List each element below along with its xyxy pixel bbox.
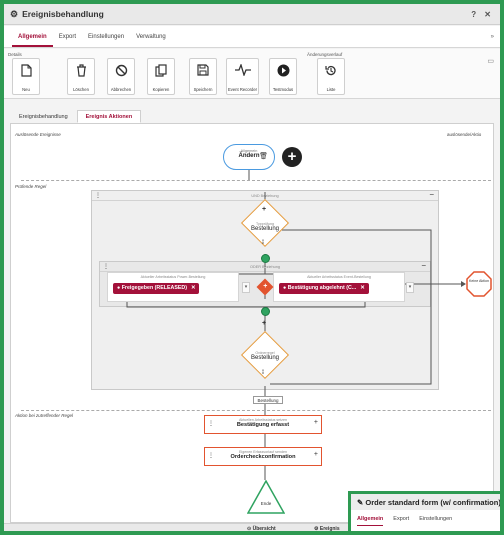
history-list-button[interactable]: Liste	[317, 58, 345, 95]
trigger-event-node[interactable]: Allgemein Ändern 🗑	[223, 144, 275, 170]
end-node[interactable]: Ende	[246, 479, 286, 519]
play-icon	[277, 64, 290, 81]
popup-title: Order standard form (w/ confirmation)	[365, 498, 501, 507]
tab-einstellungen[interactable]: Einstellungen	[82, 26, 130, 47]
flow-canvas: ⋮ UND Beziehung − ⋮ ODER Beziehung − Aus…	[10, 123, 494, 523]
info-icon: ●	[117, 285, 121, 291]
section-divider	[21, 410, 491, 411]
trash-icon[interactable]: 🗑	[259, 152, 268, 160]
connector-dot	[261, 307, 270, 316]
criterion-value-pill: ● Bestätigung abgelehnt (C... ✕	[279, 283, 369, 294]
tab-verwaltung[interactable]: Verwaltung	[130, 26, 172, 47]
no-action-stop-node[interactable]: Keine Aktion	[466, 271, 492, 297]
add-icon: +	[313, 451, 318, 458]
drag-handle-icon[interactable]: ⁞	[262, 370, 264, 376]
new-document-icon	[20, 64, 32, 81]
add-icon: +	[313, 419, 318, 426]
drag-handle-icon: ⋮	[208, 453, 214, 459]
cancel-button[interactable]: Abbrechen	[107, 58, 135, 95]
event-handling-window: ⚙ Ereignisbehandlung ? ✕ Allgemein Expor…	[0, 0, 504, 535]
add-icon[interactable]: +	[262, 320, 266, 327]
popup-tab-allgemein[interactable]: Allgemein	[357, 516, 384, 526]
order-form-window[interactable]: ✎ Order standard form (w/ confirmation) A…	[348, 491, 501, 531]
actions-section-label: Aktion bei zutreffender Regel	[15, 413, 74, 418]
decision-type-check-label: Typprüfung Bestellung	[250, 222, 280, 232]
cancel-icon	[115, 64, 128, 81]
window-title: Ereignisbehandlung	[22, 9, 104, 19]
trigger-right-label: auslösende/Aktio	[447, 132, 482, 137]
tab-allgemein[interactable]: Allgemein	[12, 26, 53, 47]
save-icon	[197, 64, 209, 81]
delete-button[interactable]: Löschen	[67, 58, 95, 95]
sub-tabs: Ereignisbehandlung Ereignis Aktionen	[10, 110, 494, 123]
dropdown-button[interactable]: ▾	[406, 282, 414, 293]
pulse-icon	[234, 63, 251, 81]
ribbon-group-details-label: Details	[8, 52, 22, 57]
action-set-status[interactable]: ⋮ Aktuellen Arbeitsstatus setzen Bestätigu…	[204, 415, 322, 434]
save-button[interactable]: Speichern	[189, 58, 217, 95]
subtab-event-actions[interactable]: Ereignis Aktionen	[76, 110, 142, 123]
section-divider	[21, 180, 491, 181]
drag-handle-icon: ⋮	[208, 421, 214, 427]
event-button[interactable]: ⚙ Ereignis	[314, 526, 340, 532]
order-tag: Bestellung	[253, 396, 283, 404]
action-send-confirmation[interactable]: ⋮ Eigenen Erfassvorlauf senden Ordercheckc…	[204, 447, 322, 466]
remove-icon: ✕	[360, 285, 365, 291]
event-recorder-button[interactable]: Event Recorder	[226, 58, 259, 95]
add-trigger-button[interactable]: +	[282, 147, 302, 167]
trigger-section-label: Auslösende Ereignisse	[15, 132, 61, 137]
tabs-overflow-button[interactable]: »	[491, 26, 494, 47]
criterion-card-left[interactable]: Aktueller Arbeitsstatus Power-Bestellung…	[107, 272, 239, 302]
gear-icon: ⚙	[314, 526, 319, 532]
gear-icon: ⚙	[10, 8, 19, 19]
drag-handle-icon[interactable]: ⁞	[262, 240, 264, 246]
copy-icon	[155, 64, 167, 81]
add-icon[interactable]: +	[262, 206, 266, 213]
remove-icon: ✕	[191, 285, 196, 291]
overview-button[interactable]: ⊙ Übersicht	[247, 526, 276, 532]
popup-tab-einstellungen[interactable]: Einstellungen	[419, 516, 452, 526]
ribbon-pin-icon[interactable]: ▭	[487, 57, 494, 65]
new-button[interactable]: Neu	[12, 58, 40, 95]
window-controls[interactable]: ? ✕	[471, 10, 494, 19]
criterion-value-pill: ● Freigegeben (RELEASED) ✕	[113, 283, 200, 294]
criterion-card-right[interactable]: Aktueller Arbeitsstatus Event-Bestellung…	[273, 272, 405, 302]
info-icon: ●	[283, 285, 287, 291]
connector-dot	[261, 254, 270, 263]
decision-folder-rule-label: Ordnerregel Bestellung	[250, 351, 280, 361]
copy-button[interactable]: Kopieren	[147, 58, 175, 95]
rule-section-label: Prüfende Regel	[15, 184, 47, 189]
tab-export[interactable]: Export	[53, 26, 82, 47]
trash-icon	[76, 64, 87, 81]
ribbon-group-history-label: Änderungsverlauf	[307, 52, 343, 57]
pen-icon: ✎	[357, 498, 364, 507]
dropdown-button[interactable]: ▾	[242, 282, 250, 293]
popup-tab-export[interactable]: Export	[393, 516, 409, 526]
title-bar: ⚙ Ereignisbehandlung ? ✕	[4, 4, 500, 25]
ribbon-toolbar: Details Änderungsverlauf Neu Löschen Abb…	[4, 49, 500, 99]
overview-icon: ⊙	[247, 526, 252, 532]
history-list-icon	[324, 64, 338, 81]
subtab-event-handling[interactable]: Ereignisbehandlung	[10, 110, 77, 123]
test-mode-button[interactable]: Testmodus	[269, 58, 297, 95]
main-tabs: Allgemein Export Einstellungen Verwaltun…	[4, 26, 500, 48]
